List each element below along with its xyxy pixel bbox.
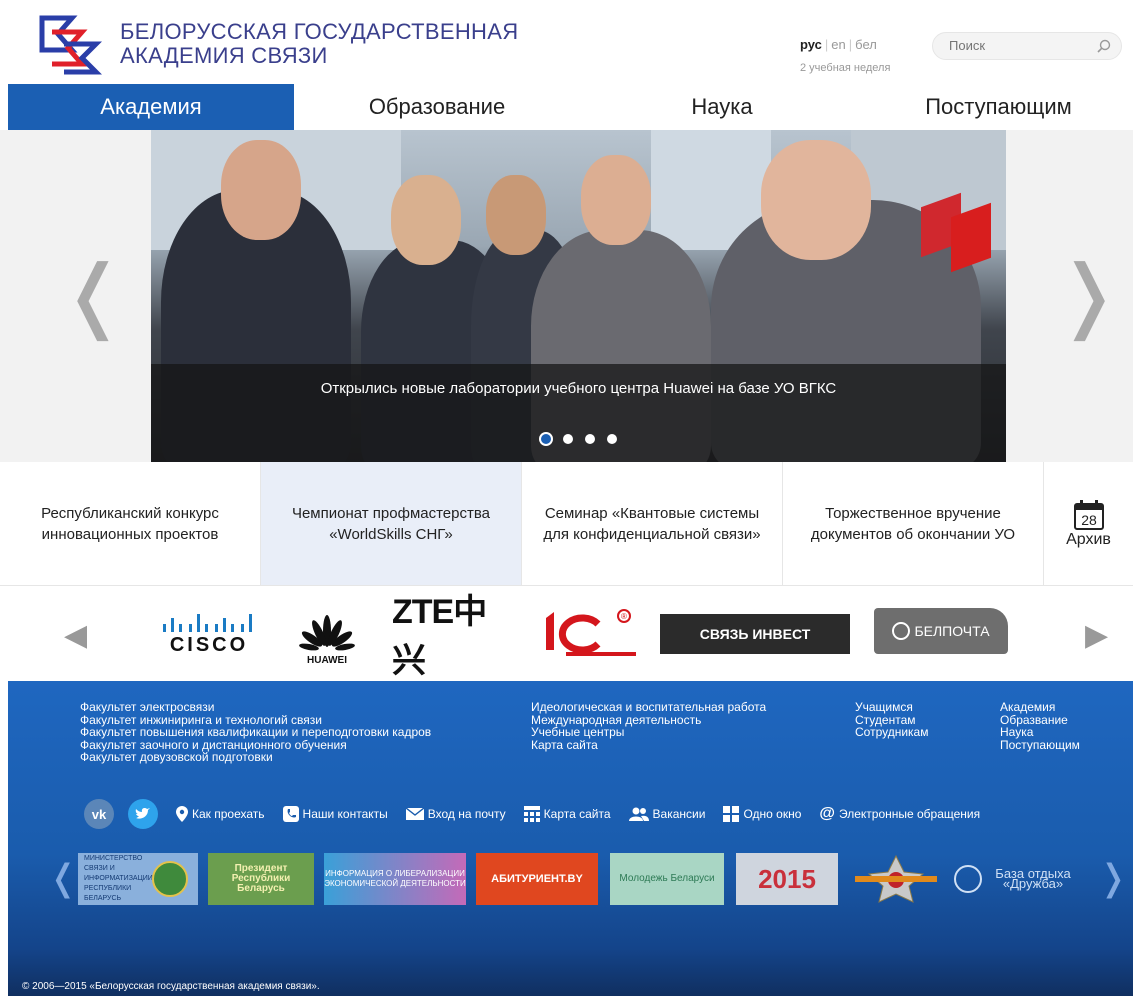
footer-link[interactable]: Поступающим xyxy=(1000,738,1080,752)
copyright: © 2006—2015 «Белорусская государственная… xyxy=(22,981,320,992)
svg-text:®: ® xyxy=(621,612,627,621)
footer-link[interactable]: Учебные центры xyxy=(531,726,766,739)
calendar-icon: 28 xyxy=(1073,499,1104,530)
site-footer: Факультет электросвязи Факультет инжинир… xyxy=(8,681,1133,996)
directions-link[interactable]: Как проехать xyxy=(176,806,265,822)
youth-banner[interactable]: Молодежь Беларуси xyxy=(610,853,724,905)
slide-caption-panel: Открылись новые лаборатории учебного цен… xyxy=(151,364,1006,462)
search-icon[interactable] xyxy=(1097,39,1111,53)
slider-dots xyxy=(151,434,1006,444)
slide-photo[interactable]: Открылись новые лаборатории учебного цен… xyxy=(151,130,1006,462)
archive-link[interactable]: 28 Архив xyxy=(1044,462,1133,585)
nav-admission[interactable]: Поступающим xyxy=(864,84,1133,130)
zte-logo[interactable]: ZTE中兴 xyxy=(392,593,512,680)
twitter-icon[interactable] xyxy=(128,799,158,829)
vacancies-link[interactable]: Вакансии xyxy=(628,807,705,821)
main-nav: Академия Образование Наука Поступающим xyxy=(8,84,1133,130)
victory-banner[interactable] xyxy=(848,853,944,905)
recreation-base-icon xyxy=(954,865,982,893)
partners-next-arrow[interactable]: ▶ xyxy=(1085,618,1108,653)
footer-faculties: Факультет электросвязи Факультет инжинир… xyxy=(80,701,431,764)
lang-en[interactable]: en xyxy=(831,37,845,52)
search-box xyxy=(932,32,1122,60)
slider-dot-2[interactable] xyxy=(562,434,573,444)
recreation-base-banner[interactable]: База отдыха «Дружба» xyxy=(954,853,1084,905)
lang-be[interactable]: бел xyxy=(855,37,877,52)
academy-name[interactable]: БЕЛОРУССКАЯ ГОСУДАРСТВЕННАЯ АКАДЕМИЯ СВЯ… xyxy=(120,20,518,68)
1c-logo[interactable]: ® xyxy=(536,608,640,658)
huawei-logo[interactable]: HUAWEI xyxy=(292,608,362,672)
footer-link[interactable]: Академия xyxy=(1000,701,1080,714)
contacts-link[interactable]: Наши контакты xyxy=(282,806,388,822)
footer-link[interactable]: Учащимся xyxy=(855,701,928,714)
abiturient-banner[interactable]: АБИТУРИЕНТ.BY xyxy=(476,853,598,905)
cisco-logo[interactable]: CISCO xyxy=(155,608,263,663)
footer-banners: ❬ МИНИСТЕРСТВО СВЯЗИ И ИНФОРМАТИЗАЦИИ РЕ… xyxy=(48,851,1128,907)
slide-caption[interactable]: Открылись новые лаборатории учебного цен… xyxy=(151,380,1006,397)
windows-icon xyxy=(723,806,740,822)
footer-link[interactable]: Факультет повышения квалификации и переп… xyxy=(80,726,431,739)
sitemap-icon xyxy=(523,806,540,822)
people-icon xyxy=(628,807,649,821)
president-banner[interactable]: Президент Республики Беларусь xyxy=(208,853,314,905)
footer-link[interactable]: Факультет довузовской подготовки xyxy=(80,751,431,764)
search-input[interactable] xyxy=(949,38,1089,53)
footer-link[interactable]: Наука xyxy=(1000,726,1080,739)
svg-text:28: 28 xyxy=(1081,512,1097,528)
slider-dot-1[interactable] xyxy=(540,434,551,444)
belpochta-logo[interactable]: БЕЛПОЧТА xyxy=(874,608,1008,654)
mail-icon xyxy=(405,808,424,820)
sitemap-link[interactable]: Карта сайта xyxy=(523,806,611,822)
banners-prev-arrow[interactable]: ❬ xyxy=(48,857,78,899)
lang-ru[interactable]: рус xyxy=(800,37,822,52)
news-tab-1[interactable]: Республиканский конкурс инновационных про… xyxy=(0,462,261,585)
emblem-icon xyxy=(152,861,188,897)
footer-link[interactable]: Сотрудникам xyxy=(855,726,928,739)
star-order-icon xyxy=(855,854,937,903)
brand-line-1: БЕЛОРУССКАЯ ГОСУДАРСТВЕННАЯ xyxy=(120,19,519,44)
svyaz-invest-logo[interactable]: СВЯЗЬ ИНВЕСТ xyxy=(660,614,850,654)
belpochta-icon xyxy=(892,622,911,640)
liberalization-banner[interactable]: ИНФОРМАЦИЯ О ЛИБЕРАЛИЗАЦИИ ЭКОНОМИЧЕСКОЙ… xyxy=(324,853,466,905)
nav-academy[interactable]: Академия xyxy=(8,84,294,130)
nav-education[interactable]: Образование xyxy=(294,84,580,130)
slider-dot-3[interactable] xyxy=(584,434,595,444)
year-banner[interactable]: 2015 xyxy=(736,853,838,905)
archive-label: Архив xyxy=(1066,530,1111,548)
one-window-link[interactable]: Одно окно xyxy=(723,806,801,822)
ministry-banner[interactable]: МИНИСТЕРСТВО СВЯЗИ И ИНФОРМАТИЗАЦИИ РЕСП… xyxy=(78,853,198,905)
news-tabs: Республиканский конкурс инновационных про… xyxy=(0,462,1133,586)
map-pin-icon xyxy=(176,806,188,822)
slider-dot-4[interactable] xyxy=(606,434,617,444)
site-header: БЕЛОРУССКАЯ ГОСУДАРСТВЕННАЯ АКАДЕМИЯ СВЯ… xyxy=(0,0,1133,84)
news-tab-3[interactable]: Семинар «Квантовые системы для конфиденци… xyxy=(522,462,783,585)
brand-line-2: АКАДЕМИЯ СВЯЗИ xyxy=(120,43,328,68)
footer-link[interactable]: Карта сайта xyxy=(531,738,766,752)
slider-next-arrow[interactable]: ❭ xyxy=(1055,250,1122,340)
at-sign-icon: @ xyxy=(819,805,835,822)
news-tab-2[interactable]: Чемпионат профмастерства «WorldSkills СНГ… xyxy=(261,462,522,585)
news-slider: ❬ Открылись новые лаборатории учебного ц… xyxy=(0,130,1133,462)
footer-activities: Идеологическая и воспитательная работа М… xyxy=(531,701,766,751)
language-switcher: рус | en | бел xyxy=(800,37,877,52)
partners-carousel: ◀ CISCO HUAWEI ZTE中兴 ® СВЯЗЬ ИНВЕСТ БЕЛП… xyxy=(0,586,1133,681)
mail-link[interactable]: Вход на почту xyxy=(405,807,506,821)
study-week: 2 учебная неделя xyxy=(800,62,891,74)
footer-link[interactable]: Факультет электросвязи xyxy=(80,701,431,714)
footer-link[interactable]: Идеологическая и воспитательная работа xyxy=(531,701,766,714)
vk-icon[interactable]: vk xyxy=(84,799,114,829)
nav-science[interactable]: Наука xyxy=(580,84,864,130)
slider-prev-arrow[interactable]: ❬ xyxy=(60,250,127,340)
news-tab-4[interactable]: Торжественное вручение документов об окон… xyxy=(783,462,1044,585)
banners-next-arrow[interactable]: ❭ xyxy=(1098,857,1128,899)
academy-logo[interactable] xyxy=(38,14,102,76)
appeals-link[interactable]: @ Электронные обращения xyxy=(819,805,980,823)
footer-audience: Учащимся Студентам Сотрудникам xyxy=(855,701,928,739)
footer-quick-links: vk Как проехать Наши контакты Вход на по… xyxy=(84,799,998,829)
phone-icon xyxy=(282,806,299,822)
partners-prev-arrow[interactable]: ◀ xyxy=(64,618,87,653)
footer-sections: Академия Образвание Наука Поступающим xyxy=(1000,701,1080,751)
